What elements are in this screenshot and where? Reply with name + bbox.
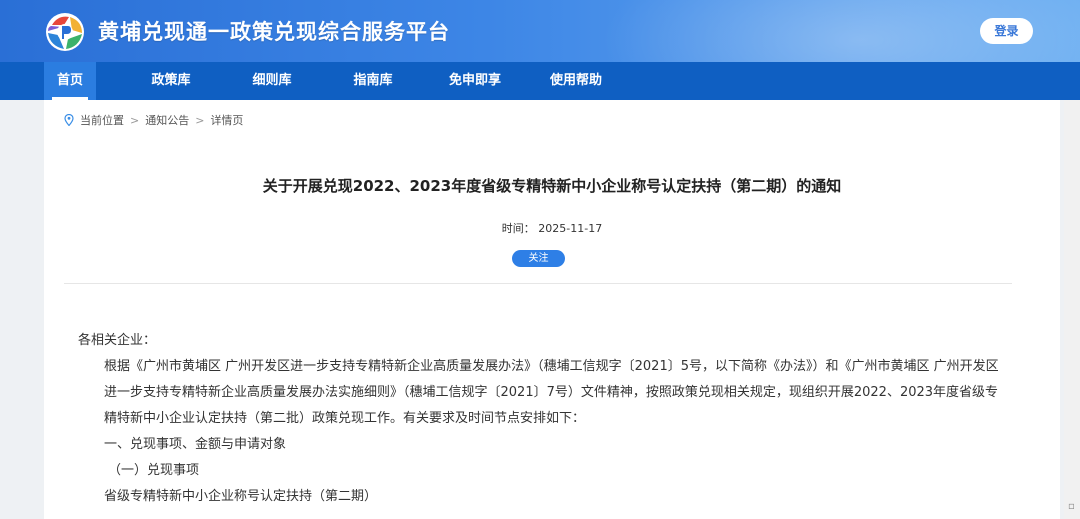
login-button[interactable]: 登录: [980, 18, 1033, 44]
article-title: 关于开展兑现2022、2023年度省级专精特新中小企业称号认定扶持（第二期）的通…: [262, 177, 842, 195]
scroll-down-icon[interactable]: ▫: [1068, 500, 1078, 514]
breadcrumb-item-detail: 详情页: [210, 114, 244, 127]
article-time: 时间： 2025-11-17: [44, 220, 1060, 236]
nav-item-policy-library[interactable]: 政策库: [140, 62, 202, 100]
article-subsection-heading: （一）兑现事项: [108, 463, 200, 478]
site-logo-icon[interactable]: [42, 11, 88, 53]
nav-item-help[interactable]: 使用帮助: [541, 62, 611, 100]
nav-item-rules-library[interactable]: 细则库: [241, 62, 303, 100]
breadcrumb-separator: >: [130, 113, 140, 127]
breadcrumb-separator: >: [195, 113, 205, 127]
article-list-item: 省级专精特新中小企业称号认定扶持（第二期）: [104, 489, 378, 504]
article-section-heading: 一、兑现事项、金额与申请对象: [104, 437, 287, 452]
article-time-label: 时间：: [501, 222, 535, 235]
breadcrumb: 当前位置 > 通知公告 > 详情页: [64, 112, 243, 128]
nav-item-guide-library[interactable]: 指南库: [342, 62, 404, 100]
scrollbar-track[interactable]: [1064, 100, 1080, 519]
main-nav: 首页 政策库 细则库 指南库 免申即享 使用帮助: [0, 62, 1080, 100]
site-title: 黄埔兑现通一政策兑现综合服务平台: [98, 20, 450, 44]
follow-button[interactable]: 关注: [512, 250, 565, 267]
site-header: 黄埔兑现通一政策兑现综合服务平台 登录: [0, 0, 1080, 62]
title-divider: [64, 283, 1012, 284]
article-body: 各相关企业： 根据《广州市黄埔区 广州开发区进一步支持专精特新企业高质量发展办法…: [78, 328, 1008, 510]
location-icon: [64, 114, 74, 126]
nav-item-exempt-application[interactable]: 免申即享: [440, 62, 510, 100]
nav-item-home[interactable]: 首页: [44, 62, 96, 100]
article-time-value: 2025-11-17: [538, 222, 603, 235]
breadcrumb-item-notices[interactable]: 通知公告: [145, 112, 189, 128]
article-salutation: 各相关企业：: [78, 333, 157, 348]
article-paragraph: 根据《广州市黄埔区 广州开发区进一步支持专精特新企业高质量发展办法》（穗埔工信规…: [104, 359, 999, 426]
breadcrumb-prefix: 当前位置: [80, 114, 124, 127]
